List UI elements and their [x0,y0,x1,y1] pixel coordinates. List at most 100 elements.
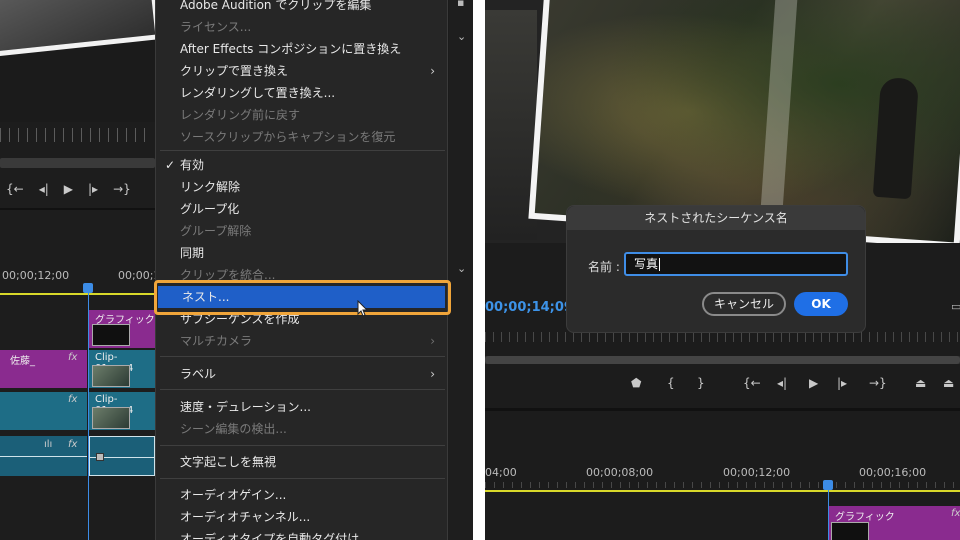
menu-item-multi-camera[interactable]: マルチカメラ › [156,330,449,352]
video-clip[interactable]: fx [0,392,87,430]
menu-item-auto-tag-audio[interactable]: オーディオタイプを自動タグ付け [156,528,449,540]
audio-clip[interactable]: fx ılı [0,436,87,476]
ruler-timecode: 00;00;12;00 [723,466,791,479]
menu-item-label: オーディオタイプを自動タグ付け [180,532,360,540]
audio-clip[interactable] [89,436,156,476]
monitor-ruler [485,332,960,342]
timeline-ruler[interactable] [485,482,960,488]
go-to-out-icon[interactable]: →} [869,376,887,390]
menu-item-license[interactable]: ライセンス... [156,16,449,38]
mouse-pointer-icon [357,300,369,317]
chevron-down-icon[interactable]: ⌄ [457,262,466,275]
menu-item-label: レンダリング前に戻す [180,108,301,122]
ok-button[interactable]: OK [794,292,848,316]
name-label: 名前 : [588,260,620,274]
nested-clip[interactable]: 佐藤_ fx [0,350,87,388]
clip-thumbnail [92,365,130,387]
menu-item-audio-channels[interactable]: オーディオチャンネル... [156,506,449,528]
work-area-bar[interactable] [485,490,960,492]
lift-icon[interactable]: ⏏ [915,376,926,390]
menu-item-edit-in-audition[interactable]: Adobe Audition でクリップを編集 [156,0,449,16]
sequence-name-input[interactable]: 写真 [624,252,848,276]
transport-controls: {← ◂| ▶ |▸ →} [0,178,155,200]
waveform-icon: ılı [44,439,53,450]
step-forward-icon[interactable]: |▸ [88,182,98,196]
step-back-icon[interactable]: ◂| [39,182,49,196]
menu-item-ungroup[interactable]: グループ解除 [156,220,449,242]
menu-item-replace-with-clip[interactable]: クリップで置き換え › [156,60,449,82]
menu-separator [160,389,445,390]
nested-sequence-name-dialog: ネストされたシーケンス名 名前 : 写真 キャンセル OK [566,205,866,333]
step-forward-icon[interactable]: |▸ [837,376,847,390]
mark-out-icon[interactable]: } [697,376,705,390]
menu-item-label: ライセンス... [180,20,252,34]
go-to-out-icon[interactable]: →} [113,182,131,196]
add-marker-icon[interactable]: ⬟ [631,376,641,390]
menu-item-speed-duration[interactable]: 速度・デュレーション... [156,396,449,418]
ruler-timecode: 00;00;12;00 [2,269,70,282]
fx-badge: fx [951,508,960,519]
mark-in-icon[interactable]: { [667,376,675,390]
menu-separator [160,150,445,151]
menu-item-unlink[interactable]: リンク解除 [156,176,449,198]
menu-item-label: 速度・デュレーション... [180,400,311,414]
volume-line[interactable] [0,456,87,457]
settings-toggle-icon[interactable]: ▭ [951,300,960,313]
menu-item-label: Adobe Audition でクリップを編集 [180,0,372,12]
menu-item-label: オーディオチャンネル... [180,510,311,524]
work-area-bar[interactable] [0,293,155,295]
play-icon[interactable]: ▶ [64,182,73,196]
go-to-in-icon[interactable]: {← [743,376,761,390]
menu-item-label: 有効 [180,158,205,172]
ruler-timecode: 00;00;16;00 [859,466,927,479]
extract-icon[interactable]: ⏏ [943,376,954,390]
fx-badge: fx [68,394,78,405]
menu-item-synchronize[interactable]: 同期 [156,242,449,264]
menu-item-label: After Effects コンポジションに置き換え [180,42,402,56]
menu-item-audio-gain[interactable]: オーディオゲイン... [156,484,449,506]
panel-gap [473,0,485,540]
monitor-scrollbar[interactable] [0,158,155,168]
menu-separator [160,356,445,357]
menu-separator [160,478,445,479]
menu-item-restore-captions[interactable]: ソースクリップからキャプションを復元 [156,126,449,148]
go-to-in-icon[interactable]: {← [6,182,24,196]
menu-item-enable[interactable]: ✓ 有効 [156,154,449,176]
monitor-photo-frame [0,0,161,57]
panel-divider [485,408,960,411]
menu-item-restore-unrendered[interactable]: レンダリング前に戻す [156,104,449,126]
chevron-down-icon[interactable]: ⌄ [457,30,466,43]
graphic-clip[interactable]: グラフィック fx [829,506,960,540]
menu-item-replace-with-ae-comp[interactable]: After Effects コンポジションに置き換え [156,38,449,60]
keyframe-icon[interactable] [96,453,104,461]
menu-item-label: ラベル [180,367,217,381]
clip-label: 佐藤_ [10,356,35,367]
left-screenshot-panel: {← ◂| ▶ |▸ →} 00;00;12;00 00;00;1 グラフィック… [0,0,473,540]
video-clip[interactable]: Clip-01.mp4 [89,392,155,430]
playhead-timecode[interactable]: 00;00;14;09 [485,300,573,315]
menu-item-group[interactable]: グループ化 [156,198,449,220]
menu-item-ignore-transcription[interactable]: 文字起こしを無視 [156,451,449,473]
menu-item-label: 文字起こしを無視 [180,455,277,469]
video-clip[interactable]: Clip-01.mp4 [89,350,155,388]
submenu-arrow-icon: › [430,367,435,381]
panel-menu-icon[interactable]: ▪ [457,0,464,9]
step-back-icon[interactable]: ◂| [777,376,787,390]
cancel-button[interactable]: キャンセル [702,292,786,316]
submenu-arrow-icon: › [430,334,435,348]
menu-item-scene-edit-detection[interactable]: シーン編集の検出... [156,418,449,440]
clip-thumbnail [831,522,869,540]
graphic-clip[interactable]: グラフィック [89,310,155,348]
sequence-name-value: 写真 [634,257,659,271]
menu-item-label: マルチカメラ [180,334,253,348]
play-icon[interactable]: ▶ [809,376,818,390]
clip-thumbnail [92,407,130,429]
playhead-handle[interactable] [83,283,93,293]
monitor-scrollbar[interactable] [485,356,960,364]
menu-item-render-and-replace[interactable]: レンダリングして置き換え... [156,82,449,104]
clip-label: グラフィック [835,512,895,523]
photo-person [872,76,920,200]
scrollbar-thumb[interactable] [485,356,960,364]
menu-item-label-submenu[interactable]: ラベル › [156,363,449,385]
playhead-handle[interactable] [823,480,833,490]
